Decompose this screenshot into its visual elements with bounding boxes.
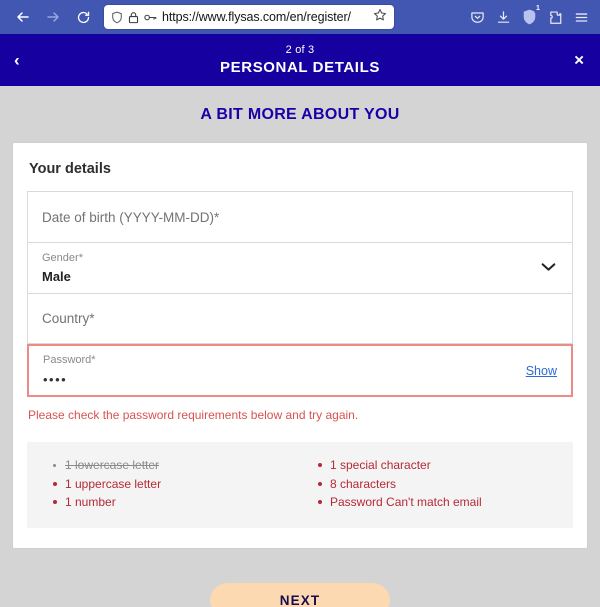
browser-toolbar: https://www.flysas.com/en/register/ 1 bbox=[0, 0, 600, 34]
star-bookmark-icon[interactable] bbox=[373, 8, 387, 27]
requirement-item: 1 uppercase letter bbox=[53, 475, 300, 494]
ublock-origin-button[interactable]: 1 bbox=[522, 5, 542, 25]
country-placeholder: Country* bbox=[42, 311, 95, 326]
back-button[interactable] bbox=[8, 4, 38, 30]
next-button-container: NEXT bbox=[0, 549, 600, 607]
extension-icon[interactable] bbox=[548, 10, 563, 25]
browser-extension-icons: 1 bbox=[470, 5, 592, 25]
page-title: PERSONAL DETAILS bbox=[220, 58, 380, 76]
page-content: A BIT MORE ABOUT YOU Your details Date o… bbox=[0, 86, 600, 607]
date-of-birth-placeholder: Date of birth (YYYY-MM-DD)* bbox=[42, 209, 220, 225]
header-back-button[interactable]: ‹ bbox=[14, 52, 20, 69]
download-icon[interactable] bbox=[496, 10, 511, 25]
section-heading: A BIT MORE ABOUT YOU bbox=[200, 106, 400, 123]
header-titles: 2 of 3 PERSONAL DETAILS bbox=[220, 44, 380, 76]
date-of-birth-field[interactable]: Date of birth (YYYY-MM-DD)* bbox=[27, 191, 573, 242]
hamburger-menu-icon[interactable] bbox=[574, 10, 589, 25]
requirements-column-right: 1 special character 8 characters Passwor… bbox=[300, 456, 565, 512]
card-spacer bbox=[13, 528, 587, 548]
password-field[interactable]: Password* •••• Show bbox=[27, 344, 573, 397]
tracking-protection-shield-icon[interactable] bbox=[111, 11, 123, 24]
next-button[interactable]: NEXT bbox=[210, 582, 390, 607]
step-indicator: 2 of 3 bbox=[285, 44, 315, 57]
modal-header: ‹ 2 of 3 PERSONAL DETAILS × bbox=[0, 34, 600, 86]
forward-arrow-icon bbox=[47, 12, 59, 22]
password-requirements: 1 lowercase letter 1 uppercase letter 1 … bbox=[27, 442, 573, 528]
requirements-column-left: 1 lowercase letter 1 uppercase letter 1 … bbox=[35, 456, 300, 512]
url-text[interactable]: https://www.flysas.com/en/register/ bbox=[162, 10, 368, 24]
back-arrow-icon bbox=[17, 12, 29, 22]
password-error-message: Please check the password requirements b… bbox=[28, 408, 359, 422]
key-icon[interactable] bbox=[144, 12, 157, 23]
requirement-item: 8 characters bbox=[318, 475, 565, 494]
gender-value: Male bbox=[42, 269, 71, 285]
password-value: •••• bbox=[43, 371, 68, 387]
country-field[interactable]: Country* bbox=[27, 293, 573, 344]
requirement-item: 1 special character bbox=[318, 456, 565, 475]
padlock-icon[interactable] bbox=[128, 11, 139, 24]
requirement-item: 1 lowercase letter bbox=[53, 456, 300, 475]
pocket-icon[interactable] bbox=[470, 10, 485, 25]
details-card: Your details Date of birth (YYYY-MM-DD)*… bbox=[12, 142, 588, 549]
chevron-down-icon[interactable] bbox=[541, 259, 556, 277]
password-label: Password* bbox=[43, 354, 96, 367]
reload-button[interactable] bbox=[68, 4, 98, 30]
show-password-link[interactable]: Show bbox=[526, 364, 557, 378]
reload-icon bbox=[77, 11, 89, 23]
card-title: Your details bbox=[29, 161, 111, 177]
ublock-badge-count: 1 bbox=[534, 5, 542, 13]
address-bar[interactable]: https://www.flysas.com/en/register/ bbox=[104, 5, 394, 29]
gender-select[interactable]: Gender* Male bbox=[27, 242, 573, 293]
gender-label: Gender* bbox=[42, 251, 83, 264]
form-fields: Date of birth (YYYY-MM-DD)* Gender* Male… bbox=[13, 191, 587, 397]
forward-button[interactable] bbox=[38, 4, 68, 30]
close-icon[interactable]: × bbox=[574, 52, 584, 69]
requirement-item: Password Can't match email bbox=[318, 493, 565, 512]
requirement-item: 1 number bbox=[53, 493, 300, 512]
